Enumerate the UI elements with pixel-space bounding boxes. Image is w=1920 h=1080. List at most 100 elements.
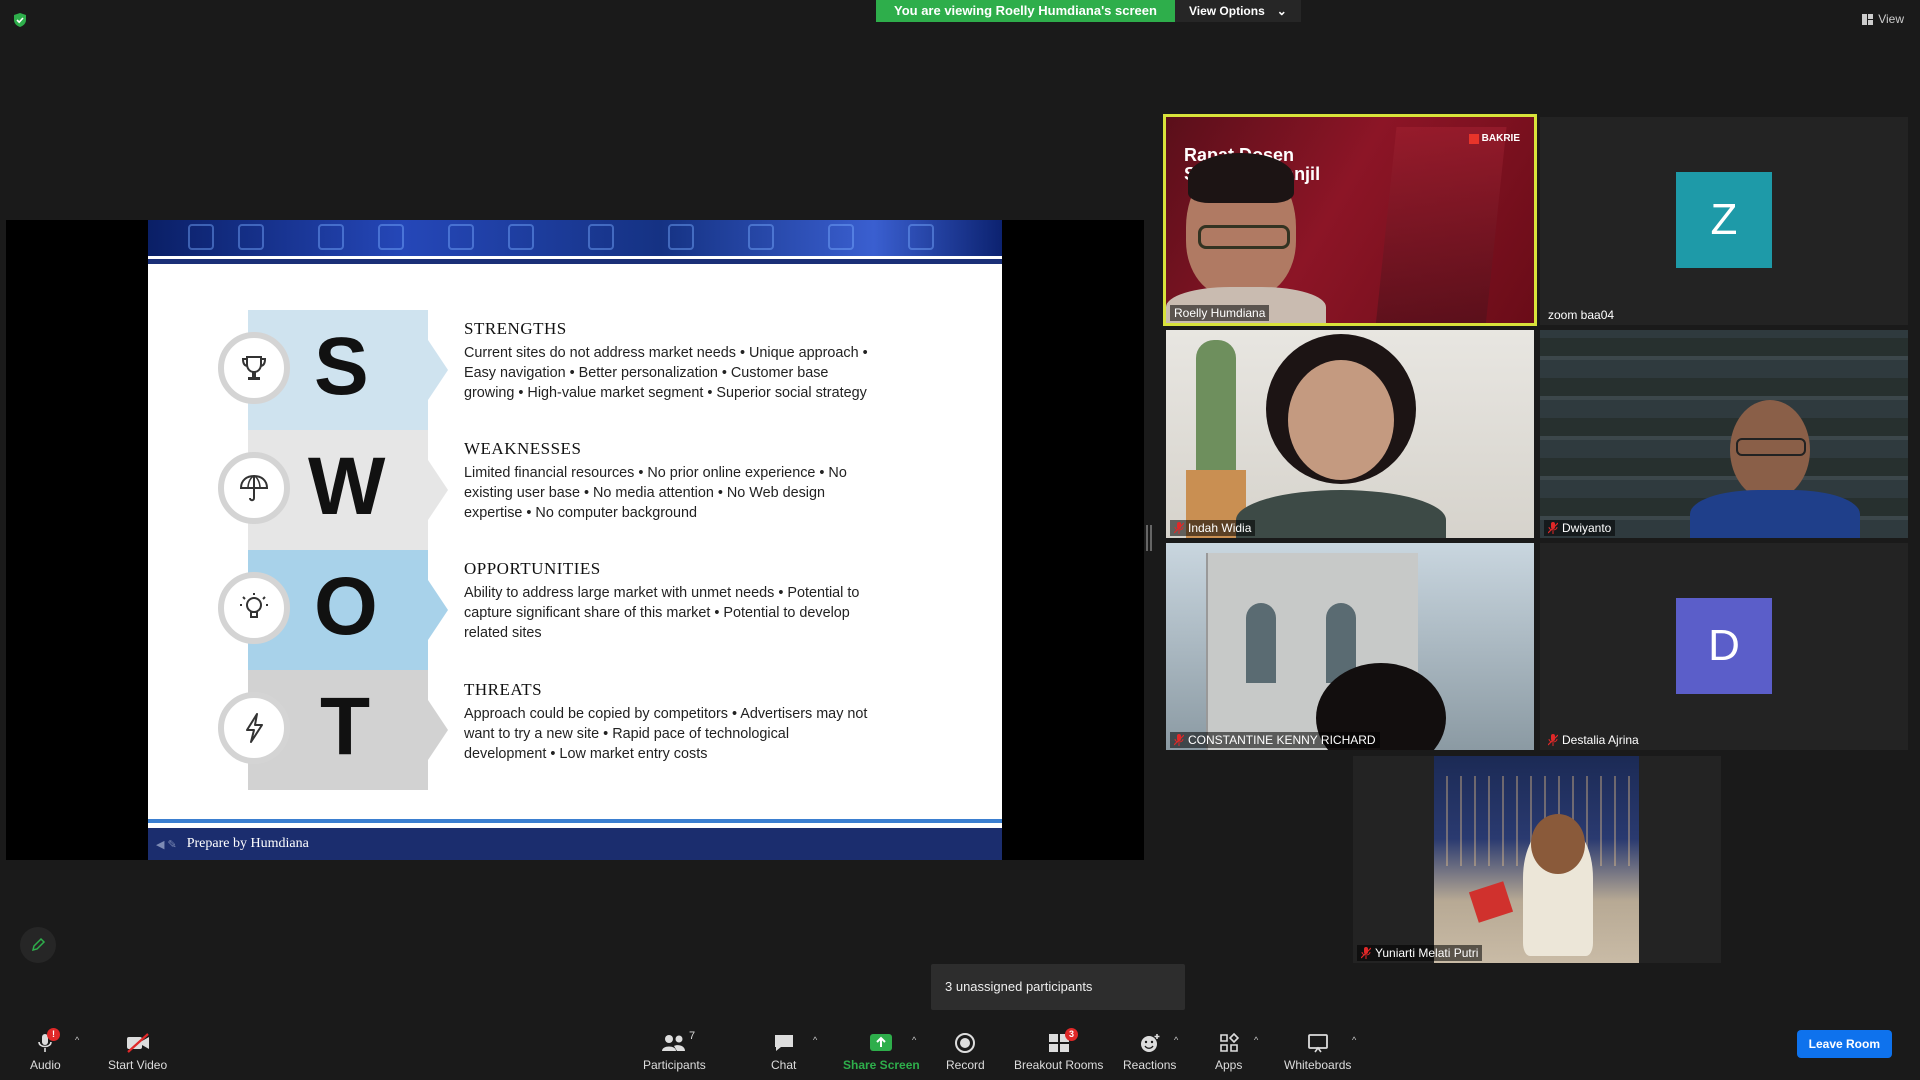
person-body: [1690, 490, 1860, 538]
grid-view-icon: [1862, 13, 1874, 25]
slide-nav-icon: ◀ ✎: [156, 838, 177, 851]
viewing-screen-label: You are viewing Roelly Humdiana's screen: [876, 0, 1175, 22]
panel-resize-handle[interactable]: [1146, 525, 1152, 551]
audio-options-caret[interactable]: ^: [75, 1035, 79, 1045]
participant-name-label: Indah Widia: [1170, 520, 1256, 536]
participant-name-label: Roelly Humdiana: [1170, 305, 1270, 321]
swot-row-o: O: [218, 550, 448, 670]
leave-room-button[interactable]: Leave Room: [1796, 1030, 1892, 1058]
video-tile-constantine-kenny-richard[interactable]: CONSTANTINE KENNY RICHARD: [1166, 543, 1534, 750]
lightning-icon: [218, 692, 290, 764]
glasses: [1198, 225, 1290, 249]
strengths-section: STRENGTHS Current sites do not address m…: [464, 319, 874, 403]
reactions-options-caret[interactable]: ^: [1174, 1035, 1178, 1045]
participants-icon: [662, 1035, 686, 1051]
annotate-pen-button[interactable]: [20, 927, 56, 963]
trophy-icon: [218, 332, 290, 404]
reactions-button[interactable]: Reactions: [1123, 1032, 1176, 1072]
video-tile-destalia-ajrina[interactable]: D Destalia Ajrina: [1540, 543, 1908, 750]
share-options-caret[interactable]: ^: [912, 1035, 916, 1045]
chat-bubble-icon: [774, 1035, 793, 1051]
mic-muted-icon: [1548, 734, 1558, 746]
chat-button[interactable]: Chat: [771, 1032, 796, 1072]
participant-name: Yuniarti Melati Putri: [1375, 946, 1479, 960]
section-text: Limited financial resources • No prior o…: [464, 465, 847, 521]
section-title: THREATS: [464, 680, 543, 699]
meeting-toolbar: Audio ! ^ Start Video Participants 7 Cha…: [0, 1020, 1920, 1080]
section-text: Ability to address large market with unm…: [464, 585, 860, 641]
bakrie-logo: BAKRIE: [1468, 133, 1520, 144]
slide-footer-text: Prepare by Humdiana: [186, 836, 309, 851]
share-screen-button[interactable]: Share Screen: [843, 1032, 920, 1072]
video-tile-dwiyanto[interactable]: Dwiyanto: [1540, 330, 1908, 538]
participant-name: CONSTANTINE KENNY RICHARD: [1188, 733, 1376, 747]
video-tile-yuniarti-melati-putri[interactable]: Yuniarti Melati Putri: [1353, 756, 1721, 963]
section-text: Approach could be copied by competitors …: [464, 706, 868, 762]
participants-label: Participants: [643, 1058, 706, 1072]
whiteboards-options-caret[interactable]: ^: [1352, 1035, 1356, 1045]
swot-letter: S: [314, 321, 369, 412]
swot-slide: S STRENGTHS Current sites do not address…: [148, 220, 1002, 860]
video-tile-zoom-baa04[interactable]: Z zoom baa04: [1540, 117, 1908, 325]
swot-letter: W: [308, 441, 386, 532]
background-building: [1375, 127, 1507, 323]
screen-share-banner: You are viewing Roelly Humdiana's screen…: [876, 0, 1301, 22]
apps-options-caret[interactable]: ^: [1254, 1035, 1258, 1045]
participant-name: zoom baa04: [1548, 308, 1615, 322]
apps-label: Apps: [1215, 1058, 1243, 1072]
record-label: Record: [946, 1058, 985, 1072]
video-tile-indah-widia[interactable]: Indah Widia: [1166, 330, 1534, 538]
audio-button[interactable]: Audio !: [30, 1028, 61, 1072]
swot-row-w: W: [218, 430, 448, 550]
lightbulb-icon: [218, 572, 290, 644]
breakout-rooms-button[interactable]: Breakout Rooms 3: [1014, 1028, 1104, 1072]
participant-name: Indah Widia: [1188, 521, 1252, 535]
participants-count: 7: [689, 1030, 696, 1042]
view-options-button[interactable]: View Options ⌄: [1174, 0, 1301, 22]
video-tile-roelly-humdiana[interactable]: Rapat Dosen Semester Ganjil BAKRIE Roell…: [1163, 114, 1537, 326]
unassigned-participants-tooltip: 3 unassigned participants: [931, 964, 1185, 1010]
reactions-label: Reactions: [1123, 1058, 1177, 1072]
person-hair: [1531, 814, 1585, 874]
participant-name-label: zoom baa04: [1544, 307, 1618, 323]
view-button[interactable]: View: [1862, 12, 1904, 26]
shared-screen[interactable]: S STRENGTHS Current sites do not address…: [6, 220, 1144, 860]
share-screen-label: Share Screen: [843, 1058, 920, 1072]
person-face: [1288, 360, 1394, 480]
whiteboards-button[interactable]: Whiteboards: [1284, 1032, 1351, 1072]
participants-button[interactable]: Participants 7: [643, 1030, 706, 1072]
record-button[interactable]: Record: [946, 1032, 985, 1072]
record-icon: [955, 1033, 976, 1053]
chat-options-caret[interactable]: ^: [813, 1035, 817, 1045]
audio-warning-badge: !: [47, 1028, 60, 1041]
participant-name: Dwiyanto: [1562, 521, 1612, 535]
breakout-rooms-label: Breakout Rooms: [1014, 1058, 1104, 1072]
opportunities-section: OPPORTUNITIES Ability to address large m…: [464, 559, 874, 643]
mic-muted-icon: [1174, 522, 1184, 534]
participant-name: Roelly Humdiana: [1174, 306, 1266, 320]
swot-letter: O: [314, 561, 378, 652]
apps-button[interactable]: Apps: [1215, 1032, 1242, 1072]
person-hair: [1188, 153, 1294, 203]
section-title: WEAKNESSES: [464, 439, 582, 458]
mic-muted-icon: [1174, 734, 1184, 746]
section-text: Current sites do not address market need…: [464, 345, 868, 401]
audio-label: Audio: [30, 1058, 61, 1072]
participant-name-label: Yuniarti Melati Putri: [1357, 945, 1483, 961]
breakout-rooms-badge: 3: [1065, 1028, 1078, 1041]
view-label: View: [1878, 12, 1904, 26]
avatar: Z: [1676, 172, 1772, 268]
pencil-icon: [31, 937, 46, 952]
cactus-plant: [1196, 340, 1236, 490]
start-video-button[interactable]: Start Video: [108, 1032, 167, 1072]
slide-header-band: [148, 220, 1002, 256]
video-off-icon: [126, 1033, 149, 1053]
glasses: [1736, 438, 1806, 456]
encryption-shield-icon[interactable]: [12, 12, 28, 28]
participant-name-label: Destalia Ajrina: [1544, 732, 1643, 748]
section-title: STRENGTHS: [464, 319, 567, 338]
mic-muted-icon: [1548, 522, 1558, 534]
weaknesses-section: WEAKNESSES Limited financial resources •…: [464, 439, 874, 523]
chat-label: Chat: [771, 1058, 797, 1072]
smiley-plus-icon: [1140, 1034, 1160, 1052]
